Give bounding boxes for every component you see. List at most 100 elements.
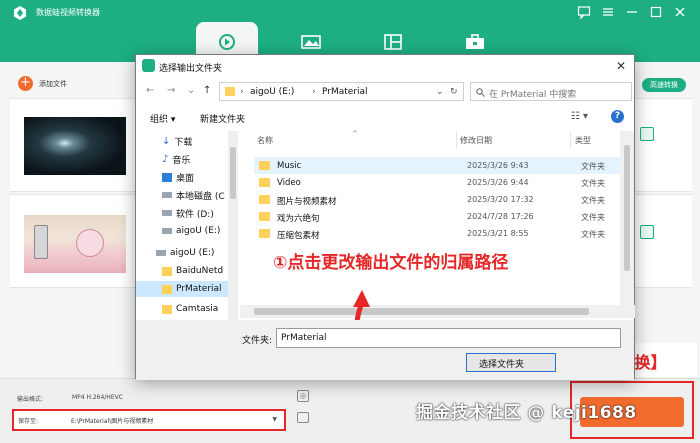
app-title: 数据蛙视频转换器 — [36, 8, 100, 17]
music-icon: ♪ — [162, 153, 169, 165]
download-icon: ↓ — [162, 135, 171, 147]
file-name: 压缩包素材 — [277, 231, 320, 241]
navigation-scrollbar[interactable] — [228, 131, 238, 320]
drive-icon — [162, 192, 172, 198]
edit-icon[interactable] — [640, 225, 654, 239]
file-date: 2024/7/28 17:26 — [467, 212, 534, 221]
column-header-date[interactable]: 修改日期 — [460, 135, 492, 146]
drive-icon — [162, 228, 172, 234]
video-thumbnail[interactable] — [24, 117, 126, 175]
folder-icon — [259, 195, 270, 204]
nav-item-local-disk[interactable]: 本地磁盘 (C — [162, 187, 225, 203]
sort-up-icon: ^ — [352, 130, 358, 138]
file-name: 戏为六绝句 — [277, 214, 320, 224]
forward-icon[interactable]: → — [167, 85, 175, 96]
file-list-horizontal-scrollbar[interactable] — [240, 305, 635, 318]
file-list-item[interactable]: Video 2025/3/26 9:44 文件夹 — [254, 174, 629, 191]
message-icon[interactable] — [577, 5, 591, 19]
address-bar[interactable]: › aigoU (E:) › PrMaterial ⌄ ↻ — [219, 82, 464, 101]
column-header-name[interactable]: 名称 — [257, 135, 273, 146]
address-dropdown-icon[interactable]: ⌄ — [436, 87, 444, 97]
save-path-value: E:\PrMaterial\图片与视频素材 — [71, 418, 154, 425]
minimize-icon[interactable] — [625, 5, 639, 19]
add-file-button[interactable]: + 添加文件 — [18, 76, 67, 91]
high-speed-convert-toggle[interactable]: 高速转换 — [642, 78, 686, 92]
dialog-footer: 文件夹: PrMaterial 选择文件夹 — [136, 320, 634, 380]
file-date: 2025/3/26 9:44 — [467, 178, 529, 187]
nav-item-camtasia[interactable]: Camtasia — [162, 301, 218, 317]
organize-button[interactable]: 组织 ▾ — [150, 112, 175, 125]
save-path-select[interactable]: 保存至: E:\PrMaterial\图片与视频素材 ▼ — [12, 409, 286, 431]
scrollbar-thumb[interactable] — [254, 308, 589, 315]
file-type: 文件夹 — [581, 213, 605, 222]
nav-item-baidunetdisk[interactable]: BaiduNetd — [162, 263, 223, 279]
folder-name-input[interactable]: PrMaterial — [276, 328, 621, 348]
command-bar: 组织 ▾ 新建文件夹 ☷ ▾ ? — [136, 107, 634, 129]
file-list-item[interactable]: 戏为六绝句 2024/7/28 17:26 文件夹 — [254, 208, 629, 225]
select-folder-button[interactable]: 选择文件夹 — [466, 353, 556, 372]
nav-item-music[interactable]: ♪ 音乐 — [162, 151, 190, 167]
search-icon — [476, 88, 485, 97]
nav-item-label: PrMaterial — [176, 284, 222, 294]
folder-icon — [259, 212, 270, 221]
layout-icon — [384, 34, 402, 50]
column-header-type[interactable]: 类型 — [575, 135, 591, 146]
breadcrumb-folder[interactable]: PrMaterial — [322, 87, 368, 97]
view-options-icon[interactable]: ☷ ▾ — [571, 111, 588, 122]
video-thumbnail[interactable] — [24, 215, 126, 273]
watermark: 掘金技术社区 @ keji1688 — [416, 403, 637, 423]
address-row: ← → ⌄ ↑ › aigoU (E:) › PrMaterial ⌄ ↻ 在 … — [136, 81, 634, 103]
file-type: 文件夹 — [581, 162, 605, 171]
folder-icon — [259, 161, 270, 170]
folder-icon — [259, 178, 270, 187]
file-date: 2025/3/21 8:55 — [467, 229, 529, 238]
file-list-vertical-scrollbar[interactable] — [620, 131, 634, 305]
close-icon[interactable] — [673, 5, 687, 19]
folder-icon — [162, 304, 172, 314]
file-type: 文件夹 — [581, 179, 605, 188]
edit-icon[interactable] — [640, 127, 654, 141]
file-list-item[interactable]: Music 2025/3/26 9:43 文件夹 — [254, 157, 629, 174]
nav-item-label: Camtasia — [176, 304, 219, 314]
dialog-close-icon[interactable]: ✕ — [616, 59, 626, 73]
dialog-titlebar: 选择输出文件夹 ✕ — [136, 55, 634, 77]
file-name: Music — [277, 161, 302, 171]
column-divider — [570, 131, 571, 149]
desktop-icon — [162, 172, 172, 182]
annotation-step1-text: ①点击更改输出文件的归属路径 — [273, 253, 509, 273]
nav-item-label: 桌面 — [176, 173, 195, 184]
nav-item-desktop[interactable]: 桌面 — [162, 169, 194, 185]
back-icon[interactable]: ← — [146, 85, 154, 96]
nav-item-aigou-usb[interactable]: aigoU (E:) — [156, 245, 214, 261]
nav-item-prmaterial[interactable]: PrMaterial — [136, 281, 236, 297]
add-file-label: 添加文件 — [39, 79, 67, 88]
app-logo-icon — [142, 59, 155, 72]
nav-item-software-drive[interactable]: 软件 (D:) — [162, 205, 214, 221]
file-list-item[interactable]: 压缩包素材 2025/3/21 8:55 文件夹 — [254, 225, 629, 242]
output-format-select[interactable]: MP4 H.264/HEVC — [72, 394, 123, 401]
convert-icon — [219, 34, 235, 50]
nav-item-label: 软件 (D:) — [176, 209, 214, 220]
new-folder-button[interactable]: 新建文件夹 — [200, 112, 245, 125]
open-folder-icon[interactable] — [297, 412, 309, 423]
maximize-icon[interactable] — [649, 5, 663, 19]
plus-icon: + — [18, 76, 33, 91]
file-name: Video — [277, 178, 301, 188]
search-input[interactable]: 在 PrMaterial 中搜索 — [470, 82, 632, 101]
folder-icon — [225, 87, 235, 96]
folder-field-label: 文件夹: — [242, 336, 273, 346]
menu-icon[interactable] — [601, 5, 615, 19]
up-icon[interactable]: ↑ — [203, 85, 211, 96]
nav-item-aigou-drive[interactable]: aigoU (E:) — [162, 223, 220, 239]
recent-dropdown-icon[interactable]: ⌄ — [187, 85, 195, 96]
select-folder-dialog: 选择输出文件夹 ✕ ← → ⌄ ↑ › aigoU (E:) › PrMater… — [135, 54, 635, 380]
format-settings-icon[interactable]: ◎ — [297, 390, 309, 402]
drive-icon — [162, 210, 172, 216]
file-list-item[interactable]: 图片与视频素材 2025/3/20 17:32 文件夹 — [254, 191, 629, 208]
refresh-icon[interactable]: ↻ — [450, 87, 458, 97]
breadcrumb-drive[interactable]: aigoU (E:) — [250, 87, 294, 97]
help-icon[interactable]: ? — [611, 110, 624, 123]
search-placeholder: 在 PrMaterial 中搜索 — [489, 90, 577, 100]
nav-item-label: BaiduNetd — [176, 266, 224, 276]
nav-item-downloads[interactable]: ↓ 下载 — [162, 133, 192, 149]
